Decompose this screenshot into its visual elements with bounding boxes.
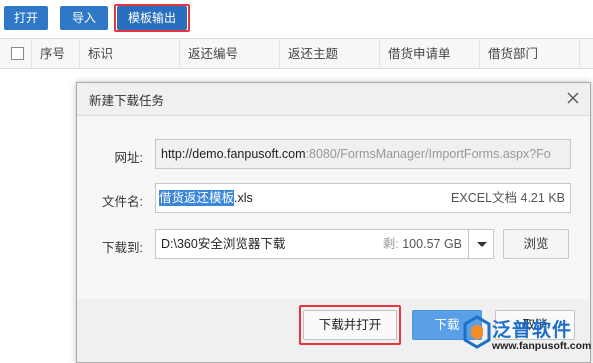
url-path: :8080/FormsManager/ImportForms.aspx?Fo	[305, 147, 551, 161]
destination-path: D:\360安全浏览器下载	[161, 237, 286, 251]
column-header[interactable]: 借货部门	[480, 39, 580, 69]
url-label: 网址:	[114, 151, 143, 165]
brand-logo-icon	[463, 315, 491, 349]
brand-url: www.fanpusoft.com	[492, 340, 592, 352]
filename-input[interactable]: 借货返还模板.xls EXCEL文档 4.21 KB	[155, 183, 571, 213]
highlight-box	[114, 4, 190, 32]
select-all-checkbox[interactable]	[11, 47, 24, 60]
close-icon[interactable]	[566, 91, 580, 105]
column-header[interactable]: 返还编号	[180, 39, 280, 69]
destination-label: 下载到:	[102, 241, 143, 255]
chevron-down-icon	[477, 242, 487, 247]
table-header: 序号 标识 返还编号 返还主题 借货申请单 借货部门	[0, 38, 593, 69]
free-space: 剩: 100.57 GB	[383, 230, 462, 258]
dialog-title: 新建下载任务	[89, 94, 165, 108]
brand-watermark: 泛普软件 www.fanpusoft.com	[462, 311, 593, 363]
highlight-box	[299, 305, 401, 345]
column-header[interactable]: 借货申请单	[380, 39, 480, 69]
column-header[interactable]: 序号	[32, 39, 80, 69]
free-space-value: 100.57 GB	[402, 237, 462, 251]
filename-extension: .xls	[234, 191, 253, 205]
url-field: http://demo.fanpusoft.com:8080/FormsMana…	[155, 139, 571, 169]
destination-dropdown-button[interactable]	[468, 229, 494, 259]
column-header[interactable]: 标识	[80, 39, 180, 69]
import-button[interactable]: 导入	[60, 6, 108, 30]
column-header[interactable]: 返还主题	[280, 39, 380, 69]
browse-button[interactable]: 浏览	[503, 229, 569, 259]
select-all-cell	[0, 39, 32, 69]
filename-label: 文件名:	[102, 195, 143, 209]
destination-input[interactable]: D:\360安全浏览器下载 剩: 100.57 GB	[155, 229, 469, 259]
toolbar: 打开 导入 模板输出	[0, 0, 593, 38]
file-type-size: EXCEL文档 4.21 KB	[451, 191, 565, 205]
brand-name: 泛普软件	[492, 320, 573, 341]
url-host: http://demo.fanpusoft.com	[161, 147, 306, 161]
column-header-overflow	[580, 39, 593, 69]
free-space-label: 剩:	[382, 237, 399, 251]
open-button[interactable]: 打开	[4, 6, 48, 30]
filename-selected-text: 借货返还模板	[159, 190, 235, 206]
